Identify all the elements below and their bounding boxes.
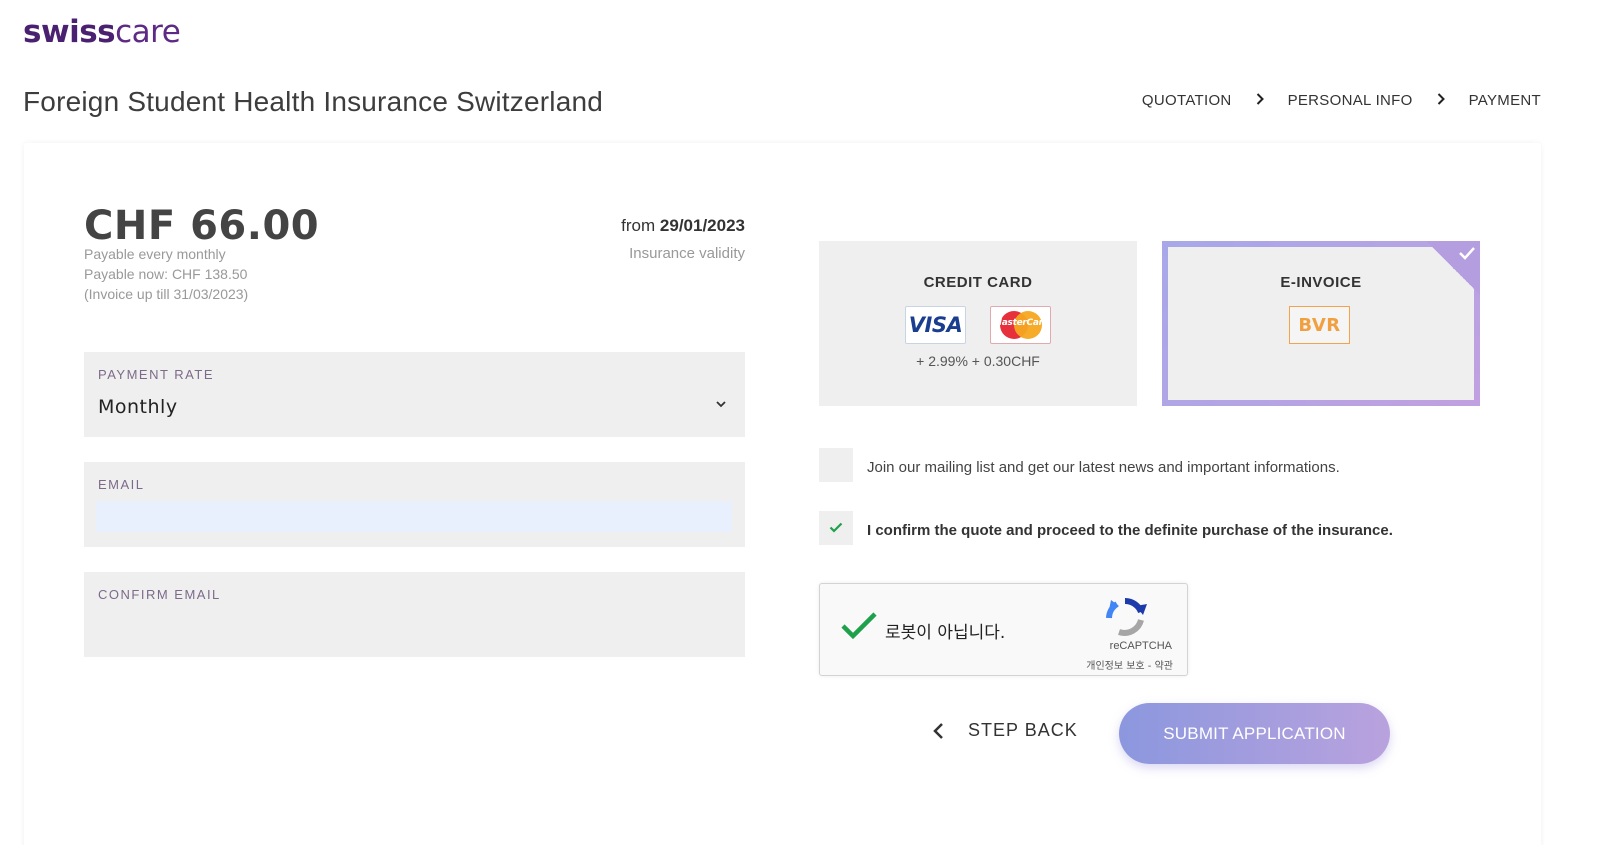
swisscare-logo[interactable]: swisscare (23, 14, 181, 50)
validity-from: from 29/01/2023 (621, 216, 745, 236)
chevron-right-icon (1256, 93, 1264, 108)
payment-method-credit-card[interactable]: CREDIT CARD VISA MasterCard + 2.99% + 0.… (819, 241, 1137, 406)
email-label: EMAIL (98, 477, 145, 492)
breadcrumb: QUOTATION PERSONAL INFO PAYMENT (1142, 92, 1541, 109)
mastercard-logo-icon: MasterCard (990, 306, 1051, 344)
step-quotation[interactable]: QUOTATION (1142, 92, 1232, 109)
payable-every: Payable every monthly (84, 246, 226, 262)
confirm-email-field-container: CONFIRM EMAIL (84, 572, 745, 657)
payment-rate-value: Monthly (98, 396, 178, 418)
step-personal-info[interactable]: PERSONAL INFO (1288, 92, 1413, 109)
recaptcha-links[interactable]: 개인정보 보호 - 약관 (1086, 657, 1173, 672)
credit-card-title: CREDIT CARD (923, 274, 1033, 291)
chevron-left-icon (933, 722, 943, 739)
bvr-logo-icon: BVR (1289, 306, 1350, 344)
check-icon (1459, 247, 1475, 260)
step-back-button[interactable]: STEP BACK (932, 720, 1078, 741)
mailing-list-label: Join our mailing list and get our latest… (867, 459, 1340, 476)
chevron-right-icon (1437, 93, 1445, 108)
payment-rate-label: PAYMENT RATE (98, 367, 214, 382)
invoice-until: (Invoice up till 31/03/2023) (84, 286, 249, 302)
payable-now: Payable now: CHF 138.50 (84, 266, 248, 282)
email-input[interactable] (96, 501, 732, 532)
logo-part-swiss: swiss (23, 14, 116, 50)
price-amount: CHF 66.00 (84, 203, 320, 249)
confirm-email-input[interactable] (96, 611, 732, 642)
recaptcha-brand: reCAPTCHA (1109, 640, 1172, 652)
mailing-list-checkbox[interactable] (819, 448, 853, 482)
payment-method-einvoice[interactable]: E-INVOICE BVR (1162, 241, 1480, 406)
from-prefix: from (621, 216, 656, 235)
visa-logo-icon: VISA (905, 306, 966, 344)
mastercard-text: MasterCard (993, 318, 1049, 328)
captcha-check-icon[interactable] (840, 611, 878, 641)
credit-card-fee: + 2.99% + 0.30CHF (916, 353, 1040, 369)
confirm-email-label: CONFIRM EMAIL (98, 587, 221, 602)
submit-application-button[interactable]: SUBMIT APPLICATION (1119, 703, 1390, 764)
recaptcha-logo-icon (1106, 597, 1147, 636)
payment-rate-select[interactable]: PAYMENT RATE Monthly (84, 352, 745, 437)
step-back-label: STEP BACK (968, 720, 1078, 740)
check-icon (829, 522, 843, 533)
chevron-down-icon (716, 401, 726, 408)
recaptcha-widget[interactable]: 로봇이 아닙니다. reCAPTCHA 개인정보 보호 - 약관 (819, 583, 1188, 676)
page-title: Foreign Student Health Insurance Switzer… (23, 86, 604, 117)
confirm-quote-label: I confirm the quote and proceed to the d… (867, 522, 1393, 539)
step-payment[interactable]: PAYMENT (1469, 92, 1541, 109)
email-field-container: EMAIL (84, 462, 745, 547)
validity-label: Insurance validity (629, 245, 745, 262)
confirm-quote-checkbox[interactable] (819, 511, 853, 545)
from-date: 29/01/2023 (659, 216, 745, 235)
einvoice-title: E-INVOICE (1280, 274, 1362, 291)
logo-part-care: care (115, 14, 181, 50)
captcha-text: 로봇이 아닙니다. (885, 623, 1006, 643)
